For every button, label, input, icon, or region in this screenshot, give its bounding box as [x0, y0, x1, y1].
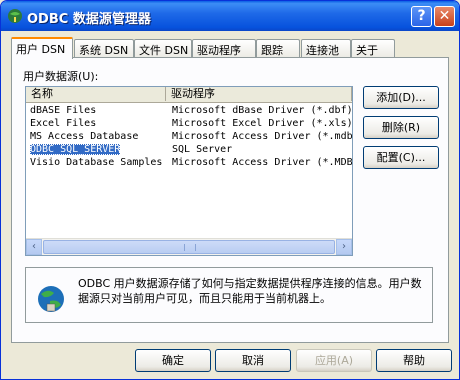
ok-button[interactable]: 确定: [135, 349, 211, 372]
datasource-driver: SQL Server: [172, 144, 233, 155]
datasource-name-text: Excel Files: [30, 118, 97, 129]
info-box: ODBC 用户数据源存储了如何与指定数据提供程序连接的信息。用户数据源只对当前用…: [25, 267, 433, 323]
datasource-name-text: MS Access Database: [30, 131, 139, 142]
datasource-list[interactable]: 名称 驱动程序 dBASE Files Microsoft dBase Drive…: [25, 86, 353, 256]
odbc-app-icon: [8, 9, 22, 23]
datasource-row[interactable]: dBASE Files Microsoft dBase Driver (*.dbf…: [26, 104, 352, 117]
list-header: 名称 驱动程序: [26, 87, 352, 103]
scroll-left-arrow-icon[interactable]: ‹: [26, 239, 42, 255]
tab-drivers[interactable]: 驱动程序: [192, 39, 256, 57]
datasource-name: MS Access Database: [30, 130, 166, 143]
odbc-dialog: ODBC 数据源管理器 ? ✕ 用户 DSN 系统 DSN 文件 DSN 驱动程…: [0, 0, 460, 380]
datasource-row[interactable]: MS Access Database Microsoft Access Drive…: [26, 130, 352, 143]
window-title: ODBC 数据源管理器: [27, 12, 151, 27]
column-header-name[interactable]: 名称: [26, 87, 166, 101]
odbc-globe-icon: [38, 286, 64, 312]
datasource-driver: Microsoft Access Driver (*.mdb): [172, 131, 352, 142]
title-bar[interactable]: ODBC 数据源管理器 ? ✕: [1, 1, 459, 31]
datasource-name: ODBC_SQL_SERVER: [30, 143, 166, 156]
configure-button[interactable]: 配置(C)...: [363, 146, 439, 169]
datasource-name: Visio Database Samples: [30, 156, 166, 169]
datasource-row[interactable]: Excel Files Microsoft Excel Driver (*.xls…: [26, 117, 352, 130]
datasource-driver: Microsoft Access Driver (*.MDB): [172, 157, 352, 168]
remove-button[interactable]: 删除(R): [363, 116, 439, 139]
info-text: ODBC 用户数据源存储了如何与指定数据提供程序连接的信息。用户数据源只对当前用…: [78, 277, 422, 305]
tab-system-dsn[interactable]: 系统 DSN: [74, 39, 134, 57]
cancel-button[interactable]: 取消: [215, 349, 291, 372]
tab-user-dsn[interactable]: 用户 DSN: [11, 37, 73, 59]
datasource-name: Excel Files: [30, 117, 166, 130]
datasource-driver: Microsoft Excel Driver (*.xls): [172, 118, 352, 129]
tab-about[interactable]: 关于: [351, 39, 395, 57]
user-datasource-label: 用户数据源(U):: [23, 70, 99, 83]
column-header-driver[interactable]: 驱动程序: [166, 87, 352, 101]
datasource-driver: Microsoft dBase Driver (*.dbf): [172, 105, 352, 116]
apply-button[interactable]: 应用(A): [296, 349, 372, 372]
tab-file-dsn[interactable]: 文件 DSN: [134, 39, 192, 57]
datasource-name-text: ODBC_SQL_SERVER: [30, 144, 121, 155]
help-button[interactable]: 帮助: [376, 349, 452, 372]
scroll-right-arrow-icon[interactable]: ›: [336, 239, 352, 255]
scroll-thumb[interactable]: [43, 240, 335, 254]
tab-tracing[interactable]: 跟踪: [256, 39, 300, 57]
help-title-button[interactable]: ?: [411, 6, 432, 27]
grip-icon: [184, 244, 196, 251]
tab-connection-pool[interactable]: 连接池: [301, 39, 351, 57]
datasource-name: dBASE Files: [30, 104, 166, 117]
tab-strip: 用户 DSN 系统 DSN 文件 DSN 驱动程序 跟踪 连接池 关于: [11, 37, 451, 59]
datasource-row[interactable]: ODBC_SQL_SERVER SQL Server: [26, 143, 352, 156]
add-button[interactable]: 添加(D)...: [363, 86, 439, 109]
horizontal-scrollbar[interactable]: ‹ ›: [26, 238, 352, 255]
datasource-name-text: dBASE Files: [30, 105, 97, 116]
datasource-row[interactable]: Visio Database Samples Microsoft Access D…: [26, 156, 352, 169]
close-title-button[interactable]: ✕: [434, 6, 455, 27]
datasource-name-text: Visio Database Samples: [30, 157, 163, 168]
